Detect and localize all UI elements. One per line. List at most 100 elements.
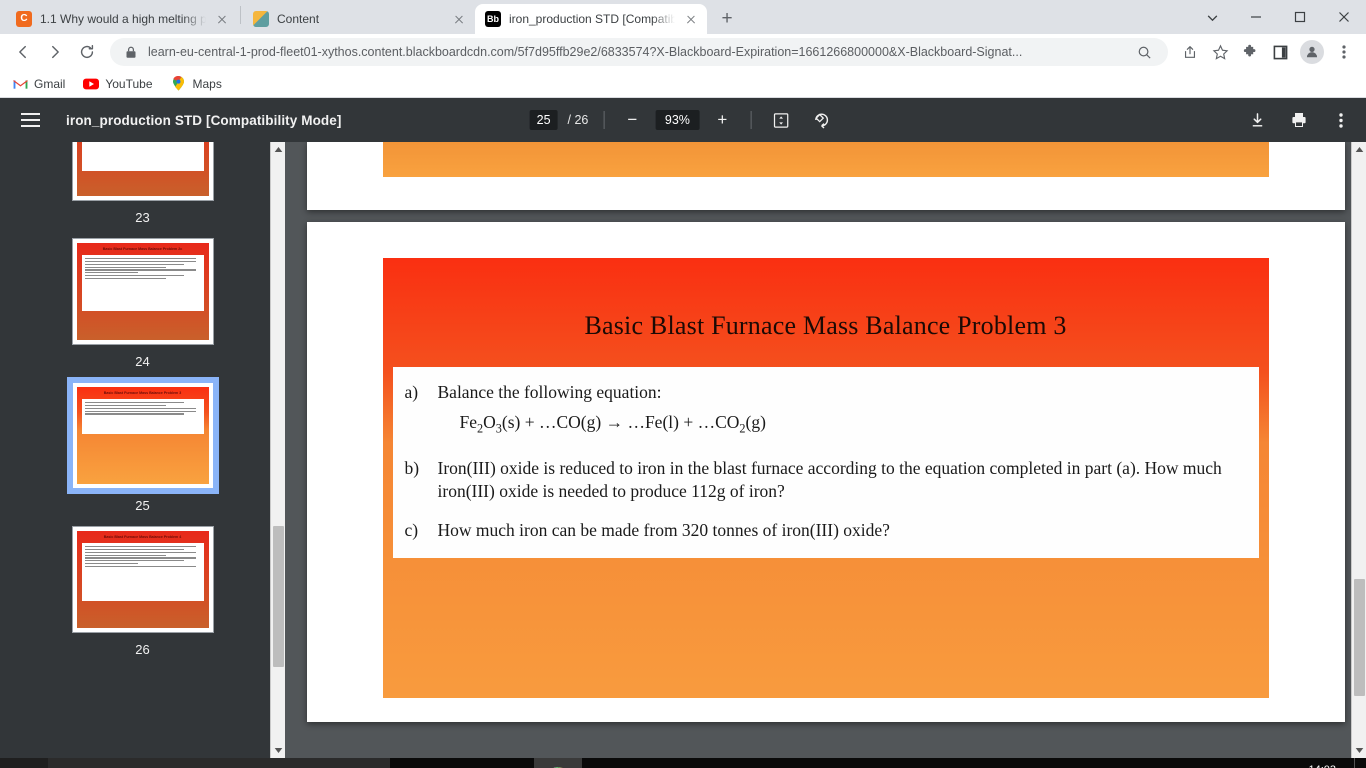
chevron-down-icon[interactable] xyxy=(1190,0,1234,34)
forward-button[interactable] xyxy=(40,37,70,67)
thumbnail-preview-selected[interactable]: Basic Blast Furnace Mass Balance Problem… xyxy=(66,377,219,494)
profile-avatar[interactable] xyxy=(1300,40,1324,64)
reload-button[interactable] xyxy=(72,37,102,67)
edge-icon[interactable] xyxy=(678,758,726,768)
scrollbar-thumb[interactable] xyxy=(273,526,284,667)
minimize-icon[interactable] xyxy=(1234,0,1278,34)
browser-tab-2[interactable]: Content xyxy=(243,4,475,34)
previous-slide-fragment xyxy=(382,142,1269,177)
file-explorer-icon[interactable] xyxy=(486,758,534,768)
scroll-up-arrow-icon[interactable] xyxy=(271,142,285,157)
close-icon[interactable] xyxy=(683,11,699,27)
bookmark-gmail[interactable]: Gmail xyxy=(12,76,65,92)
pdf-thumbnail-sidebar[interactable]: Basic Blast Furnace Mass Balance Problem… xyxy=(0,142,285,758)
document-scrollbar[interactable] xyxy=(1351,142,1366,758)
pdf-toolbar: iron_production STD [Compatibility Mode]… xyxy=(0,98,1366,142)
browser-tab-3[interactable]: Bb iron_production STD [Compatibi xyxy=(475,4,707,34)
thumbnail-item-25[interactable]: Basic Blast Furnace Mass Balance Problem… xyxy=(0,377,285,526)
taskbar-search-box[interactable]: Search the web and Windows xyxy=(48,758,390,768)
close-icon[interactable] xyxy=(451,11,467,27)
rotate-icon[interactable] xyxy=(806,105,836,135)
gmail-icon xyxy=(12,76,28,92)
scrollbar-track[interactable] xyxy=(1352,157,1366,743)
eq-part: O xyxy=(483,412,496,433)
zoom-out-button[interactable]: − xyxy=(619,107,645,133)
fit-page-icon[interactable] xyxy=(766,105,796,135)
zoom-level-value[interactable]: 93% xyxy=(655,110,700,130)
chemical-equation: Fe2O3(s) + …CO(g) → …Fe(l) + …CO2(g) xyxy=(460,411,1247,437)
bookmark-youtube[interactable]: YouTube xyxy=(83,76,153,92)
eq-part: (g) xyxy=(745,412,766,433)
bookmarks-bar: Gmail YouTube Maps xyxy=(0,70,1366,98)
bookmark-label: Maps xyxy=(192,76,222,91)
slide-item-c: c) How much iron can be made from 320 to… xyxy=(405,519,1247,542)
whatsapp-icon[interactable]: 37 xyxy=(582,758,630,768)
chemistry-site-icon: C xyxy=(16,11,32,27)
sidebar-scrollbar[interactable] xyxy=(270,142,285,758)
taskbar-clock[interactable]: 14:03 23/08/2022 xyxy=(1277,763,1344,768)
page-number-input[interactable]: 25 xyxy=(529,110,558,130)
thumbnail-item-23[interactable]: Basic Blast Furnace Mass Balance Problem… xyxy=(0,142,285,238)
thumbnail-preview[interactable]: Basic Blast Furnace Mass Balance Problem… xyxy=(71,142,214,201)
tab-title: Content xyxy=(277,12,320,26)
thumbnail-number: 23 xyxy=(135,210,150,225)
thumbnail-item-24[interactable]: Basic Blast Furnace Mass Balance Problem… xyxy=(0,238,285,382)
eq-part: (s) + …CO(g) → …Fe(l) + …CO xyxy=(501,412,740,433)
slide-mini: Basic Blast Furnace Mass Balance Problem… xyxy=(76,531,209,628)
mini-title: Basic Blast Furnace Mass Balance Problem… xyxy=(102,247,183,251)
toolbar-divider xyxy=(750,111,752,129)
show-desktop-button[interactable] xyxy=(1354,758,1360,768)
bookmark-maps[interactable]: Maps xyxy=(171,76,222,92)
scroll-down-arrow-icon[interactable] xyxy=(271,743,285,758)
scroll-down-arrow-icon[interactable] xyxy=(1352,743,1366,758)
browser-tab-1[interactable]: C 1.1 Why would a high melting po xyxy=(6,4,238,34)
item-label: a) xyxy=(404,382,419,402)
maximize-icon[interactable] xyxy=(1278,0,1322,34)
chrome-menu-icon[interactable] xyxy=(1330,37,1358,67)
address-bar[interactable]: learn-eu-central-1-prod-fleet01-xythos.c… xyxy=(110,38,1168,66)
slide-mini: Basic Blast Furnace Mass Balance Problem… xyxy=(76,243,209,340)
thumbnail-item-26[interactable]: Basic Blast Furnace Mass Balance Problem… xyxy=(0,526,285,670)
tab-divider xyxy=(240,5,241,24)
tab-title: iron_production STD [Compatibi xyxy=(509,12,675,26)
back-button[interactable] xyxy=(8,37,38,67)
sidepanel-icon[interactable] xyxy=(1266,37,1294,67)
thumbnail-preview[interactable]: Basic Blast Furnace Mass Balance Problem… xyxy=(71,238,214,345)
start-button[interactable] xyxy=(0,758,48,768)
system-tray: 14:03 23/08/2022 xyxy=(1145,758,1366,768)
mini-title: Basic Blast Furnace Mass Balance Problem… xyxy=(103,391,182,395)
thumbnail-preview[interactable]: Basic Blast Furnace Mass Balance Problem… xyxy=(71,526,214,633)
thumbnail-number: 24 xyxy=(135,354,150,369)
browser-toolbar: learn-eu-central-1-prod-fleet01-xythos.c… xyxy=(0,34,1366,70)
close-icon[interactable] xyxy=(214,11,230,27)
zoom-out-icon[interactable] xyxy=(1130,37,1158,67)
chrome-icon[interactable] xyxy=(534,758,582,768)
extensions-puzzle-icon[interactable] xyxy=(1236,37,1264,67)
thumbnail-number: 26 xyxy=(135,642,150,657)
mini-title: Basic Blast Furnace Mass Balance Problem… xyxy=(103,535,182,539)
pdf-body: Basic Blast Furnace Mass Balance Problem… xyxy=(0,142,1366,758)
download-icon[interactable] xyxy=(1242,105,1272,135)
address-bar-url: learn-eu-central-1-prod-fleet01-xythos.c… xyxy=(148,45,1023,59)
close-window-icon[interactable] xyxy=(1322,0,1366,34)
scroll-up-arrow-icon[interactable] xyxy=(1352,142,1366,157)
print-icon[interactable] xyxy=(1284,105,1314,135)
eq-part: Fe xyxy=(459,412,478,433)
item-text-line: Balance the following equation: xyxy=(437,382,662,402)
menu-icon[interactable] xyxy=(12,102,48,138)
pdf-page-area[interactable]: Basic Blast Furnace Mass Balance Problem… xyxy=(285,142,1366,758)
slide-canvas: Basic Blast Furnace Mass Balance Problem… xyxy=(382,258,1269,698)
item-label: b) xyxy=(404,457,420,478)
word-icon[interactable]: W xyxy=(630,758,678,768)
tab-title: 1.1 Why would a high melting po xyxy=(40,12,206,26)
scrollbar-thumb[interactable] xyxy=(1354,578,1365,697)
share-icon[interactable] xyxy=(1176,37,1204,67)
scrollbar-track[interactable] xyxy=(271,157,285,743)
more-options-icon[interactable] xyxy=(1326,105,1356,135)
bookmark-star-icon[interactable] xyxy=(1206,37,1234,67)
pdf-page-previous xyxy=(306,142,1345,210)
task-view-icon[interactable] xyxy=(438,758,486,768)
new-tab-button[interactable]: + xyxy=(713,5,741,33)
zoom-in-button[interactable]: + xyxy=(709,107,735,133)
windows-taskbar: Search the web and Windows xyxy=(0,758,1366,768)
